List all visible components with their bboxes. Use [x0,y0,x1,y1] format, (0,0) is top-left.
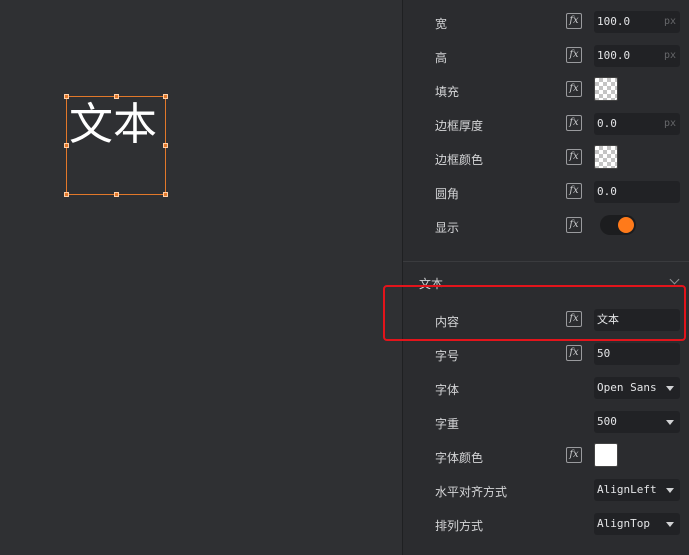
property-row: 边框颜色 fx [403,145,689,173]
property-input[interactable]: 50 [594,343,680,365]
property-select[interactable]: AlignTop [594,513,680,535]
design-canvas[interactable]: 文本 [0,0,402,555]
selected-text-element[interactable]: 文本 [64,94,168,197]
fx-icon[interactable]: fx [566,81,582,97]
select-value: Open Sans [597,381,657,394]
unit-label: px [663,118,676,129]
property-select[interactable]: AlignLeft [594,479,680,501]
property-row: 字号 fx 50 [403,341,689,369]
property-label: 水平对齐方式 [435,485,508,499]
input-value: 100.0 [597,49,631,62]
resize-handle-bottom[interactable] [114,192,119,197]
property-row: 边框厚度 fx 0.0 px [403,111,689,139]
property-row: 圆角 fx 0.0 [403,179,689,207]
property-input[interactable]: 100.0 px [594,11,680,33]
property-label: 边框颜色 [435,153,484,167]
chevron-down-icon [666,386,674,391]
resize-handle-right[interactable] [163,143,168,148]
resize-handle-bottom-right[interactable] [163,192,168,197]
resize-handle-left[interactable] [64,143,69,148]
select-value: AlignLeft [597,483,657,496]
property-row: 宽 fx 100.0 px [403,9,689,37]
property-label: 显示 [435,221,460,235]
property-label: 字重 [435,417,460,431]
property-row: 高 fx 100.0 px [403,43,689,71]
property-label: 排列方式 [435,519,484,533]
property-row: 字体 Open Sans [403,375,689,403]
fx-icon[interactable]: fx [566,447,582,463]
fx-icon[interactable]: fx [566,47,582,63]
unit-label: px [663,16,676,27]
property-select[interactable]: Open Sans [594,377,680,399]
resize-handle-top-left[interactable] [64,94,69,99]
chevron-down-icon [666,522,674,527]
property-row: 显示 fx [403,213,689,241]
property-row: 字体颜色 fx [403,443,689,471]
input-value: 0.0 [597,185,617,198]
resize-handle-top[interactable] [114,94,119,99]
visibility-toggle[interactable] [600,215,636,235]
property-row: 字重 500 [403,409,689,437]
property-label: 字体颜色 [435,451,484,465]
fx-icon[interactable]: fx [566,115,582,131]
property-select[interactable]: 500 [594,411,680,433]
properties-panel: 宽 fx 100.0 px 高 fx 100.0 px 填充 fx 边框厚度 fx 0.0 px 边框颜色 f… [403,0,689,555]
select-value: 500 [597,415,617,428]
property-label: 高 [435,51,448,65]
color-swatch[interactable] [594,77,618,101]
text-element-content: 文本 [69,99,157,150]
chevron-down-icon [666,420,674,425]
property-label: 边框厚度 [435,119,484,133]
chevron-down-icon [666,488,674,493]
property-row: 填充 fx [403,77,689,105]
input-value: 100.0 [597,15,631,28]
property-row: 水平对齐方式 AlignLeft [403,477,689,505]
chevron-down-icon[interactable] [669,274,680,285]
select-value: AlignTop [597,517,650,530]
color-swatch[interactable] [594,145,618,169]
property-label: 宽 [435,17,448,31]
property-input[interactable]: 100.0 px [594,45,680,67]
property-label: 字体 [435,383,460,397]
section-divider [403,261,689,262]
fx-icon[interactable]: fx [566,13,582,29]
property-input[interactable]: 0.0 [594,181,680,203]
fx-icon[interactable]: fx [566,345,582,361]
fx-icon[interactable]: fx [566,149,582,165]
property-input[interactable]: 0.0 px [594,113,680,135]
property-label: 圆角 [435,187,460,201]
property-label: 字号 [435,349,460,363]
fx-icon[interactable]: fx [566,183,582,199]
unit-label: px [663,50,676,61]
resize-handle-bottom-left[interactable] [64,192,69,197]
property-label: 填充 [435,85,460,99]
resize-handle-top-right[interactable] [163,94,168,99]
highlight-annotation [383,285,686,341]
input-value: 0.0 [597,117,617,130]
input-value: 50 [597,347,611,360]
property-row: 排列方式 AlignTop [403,511,689,539]
color-swatch[interactable] [594,443,618,467]
fx-icon[interactable]: fx [566,217,582,233]
toggle-knob [618,217,634,233]
